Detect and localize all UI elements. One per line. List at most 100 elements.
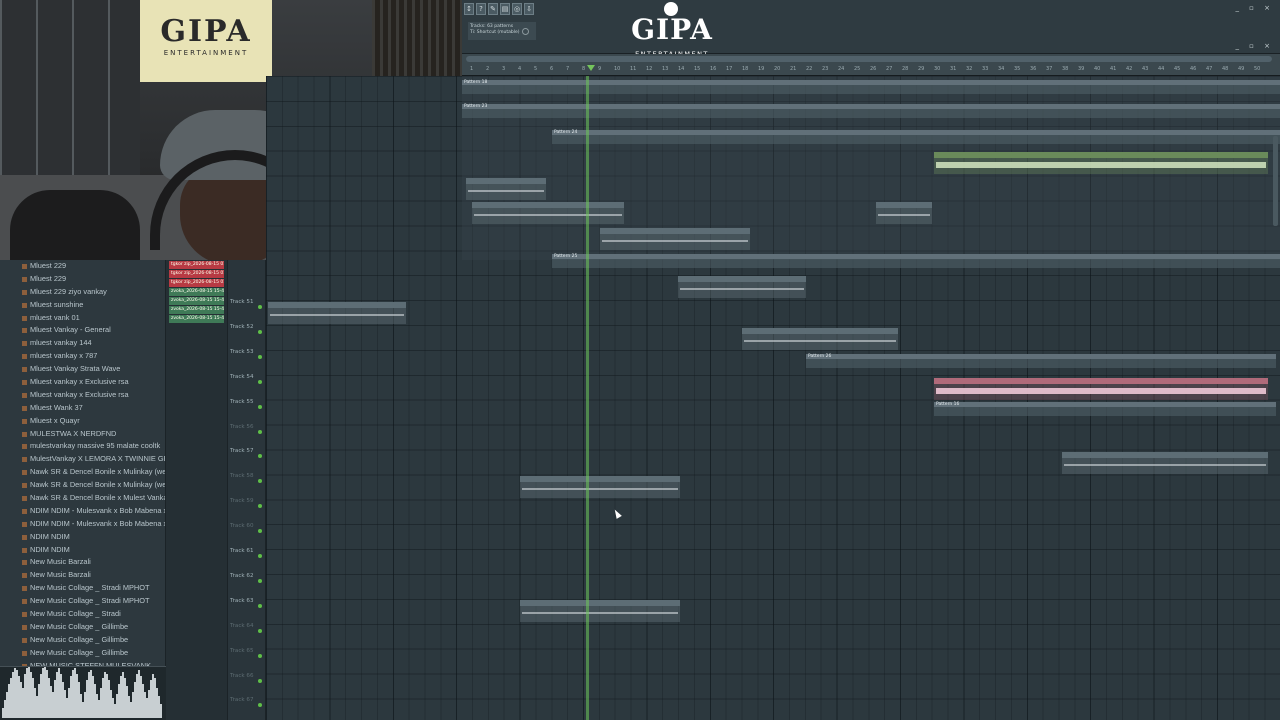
browser-item[interactable]: New Music Collage _ Stradi MPHOT [0,595,165,608]
browser-item[interactable]: New Music Collage _ Gillimbe [0,634,165,647]
hint-toggle-icon[interactable] [522,28,529,35]
browser-item[interactable]: Mluest Vankay - General [0,324,165,337]
track-enable-led[interactable] [258,454,262,459]
clip-source-item[interactable]: zvoka_2026-08-15 15-4 [169,315,224,323]
pattern-clip-row[interactable]: Pattern 26 [806,354,1276,368]
browser-item[interactable]: Mluest 229 [0,273,165,286]
track-header[interactable]: Track 59 [228,494,264,519]
playlist-window-controls[interactable]: _ ▫ × [1235,42,1274,50]
audio-clip[interactable]: Vocals_2026-08-16 15-40-04_Insert 15 [466,178,546,200]
track-header[interactable]: Track 56 [228,420,264,445]
draw-tool-icon[interactable]: ✎ [488,3,498,15]
browser-item[interactable]: Mluest vankay x Exclusive rsa [0,376,165,389]
horizontal-scrollbar-thumb[interactable] [466,56,1272,62]
track-enable-led[interactable] [258,529,262,534]
pattern-clip-row[interactable]: Pattern 16 [934,402,1276,416]
browser-item[interactable]: Mluest 229 ziyo vankay [0,286,165,299]
browser-item[interactable]: Mluest 229 [0,260,165,273]
track-header[interactable]: Track 64 [228,619,264,644]
track-enable-led[interactable] [258,653,262,658]
browser-item[interactable]: Mluest vankay x Exclusive rsa [0,389,165,402]
horizontal-scrollbar[interactable] [466,56,1272,62]
audio-clip[interactable]: Vocals_2026-08-16 15-45-35_Insert 30 [600,228,750,250]
track-enable-led[interactable] [258,554,262,558]
track-enable-led[interactable] [258,429,262,434]
track-header[interactable]: Track 52 [228,320,264,345]
pattern-clip-row[interactable]: Pattern 18 [462,80,1280,94]
snap-icon[interactable]: ↕ [464,3,474,15]
browser-item[interactable]: New Music Collage _ Gillimbe [0,647,165,660]
browser-item[interactable]: NDIM NDIM - Mulesvank x Bob Mabena x Nim… [0,505,165,518]
pattern-clip-row[interactable]: Pattern 23 [462,104,1280,118]
audio-clip[interactable]: Pattern 16 [1062,452,1268,474]
track-enable-led[interactable] [258,628,262,633]
audio-clip[interactable]: Pattern 23 [934,152,1268,174]
browser-item[interactable]: Mluest sunshine [0,299,165,312]
browser-item[interactable]: Mluest Vankay Strata Wave [0,363,165,376]
track-enable-led[interactable] [258,305,262,309]
browser-item[interactable]: Nawk SR & Dencel Bonile x Mulinkay (weww… [0,466,165,479]
mute-tool-icon[interactable]: ◎ [512,3,522,15]
track-header[interactable]: Track 55 [228,395,264,420]
track-header[interactable]: Track 62 [228,569,264,594]
audio-clip[interactable]: Vocals_2026-08-16 15-43-40_Insert 16 [742,328,898,350]
track-enable-led[interactable] [258,379,262,384]
browser-item[interactable]: Mluest Wank 37 [0,402,165,415]
browser-item[interactable]: New Music Barzali [0,569,165,582]
track-enable-led[interactable] [258,578,262,583]
vertical-scrollbar[interactable] [1273,136,1278,226]
preview-waveform[interactable] [0,666,166,720]
timeline-ruler[interactable]: 1 2 3 4 5 6 7 8 9 10 11 12 13 14 15 16 17 18 19 20 21 22 23 24 2… [462,54,1280,76]
browser-item[interactable]: MULESTWA X NERDFND [0,428,165,441]
browser-item[interactable]: New Music Barzali [0,556,165,569]
clip-source-item[interactable]: tgkor zip_2026-08-15 01-1 [169,270,224,278]
browser-item[interactable]: MulestVankay X LEMORA X TWINNIE GEE [0,453,165,466]
browser-item[interactable]: New Music Collage _ Stradi MPHOT [0,582,165,595]
browser-item[interactable]: NDIM NDIM [0,531,165,544]
track-header[interactable]: Track 66 [228,669,264,694]
browser-item[interactable]: mluest vankay x 787 [0,350,165,363]
browser-item[interactable]: Mluest x Quayr [0,415,165,428]
slip-tool-icon[interactable]: ⇩ [524,3,534,15]
track-enable-led[interactable] [258,678,262,683]
track-header[interactable]: Track 65 [228,644,264,669]
paint-tool-icon[interactable]: ▤ [500,3,510,15]
track-enable-led[interactable] [258,479,262,484]
track-header[interactable]: Track 63 [228,594,264,619]
track-enable-led[interactable] [258,703,262,708]
browser-item[interactable]: NDIM NDIM [0,544,165,557]
audio-clip[interactable]: Vocals_2026-08-16 15-43-56_Insert 16 [520,476,680,498]
browser-item[interactable]: mulestvankay massive 95 malate cooltk [0,440,165,453]
clip-source-item[interactable]: zvoka_2026-08-15 15-4 [169,288,224,296]
track-header[interactable]: Track 51 [228,295,264,320]
window-controls[interactable]: _ ▫ × [1235,4,1274,12]
track-header[interactable]: Track 57 [228,444,264,469]
clip-source-item[interactable]: tgkor zip_2026-08-15 01-1 [169,261,224,269]
browser-item[interactable]: mluest vank 01 [0,312,165,325]
track-enable-led[interactable] [258,354,262,359]
audio-clip[interactable]: Vocals_2026-08-16 15-43-40_Insert 16 [520,600,680,622]
song-position-marker[interactable] [587,65,595,71]
browser-item[interactable]: New Music Collage _ Stradi [0,608,165,621]
track-header[interactable]: Track 54 [228,370,264,395]
playlist-grid[interactable]: Pattern 18 Pattern 23 Pattern 24 Pattern 25… [266,76,1280,720]
track-enable-led[interactable] [258,404,262,409]
playhead[interactable] [586,76,589,720]
track-header[interactable]: Track 60 [228,519,264,544]
pattern-clip-row[interactable]: Pattern 24 [552,130,1280,144]
pattern-clip-row[interactable]: Pattern 25 [552,254,1280,268]
help-icon[interactable]: ? [476,3,486,15]
browser-item[interactable]: NDIM NDIM - Mulesvank x Bob Mabena x Nim… [0,518,165,531]
audio-clip[interactable]: Vocals_2026-08-16 15-43-40_Insert 15 [678,276,806,298]
track-enable-led[interactable] [258,504,262,509]
track-header[interactable]: Track 61 [228,544,264,569]
track-enable-led[interactable] [258,603,262,608]
track-enable-led[interactable] [258,329,262,334]
clip-source-item[interactable]: zvoka_2026-08-15 15-4 [169,306,224,314]
audio-clip[interactable]: Vocals_2026-08-16 15-43-34_Insert 16 [876,202,932,224]
audio-clip[interactable]: Pattern 25 [934,378,1268,400]
clip-source-item[interactable]: zvoka_2026-08-15 15-4 [169,297,224,305]
browser-item[interactable]: New Music Collage _ Gillimbe [0,621,165,634]
track-header[interactable]: Track 58 [228,469,264,494]
browser-item[interactable]: Nawk SR & Dencel Bonile x Mulinkay (weww… [0,479,165,492]
